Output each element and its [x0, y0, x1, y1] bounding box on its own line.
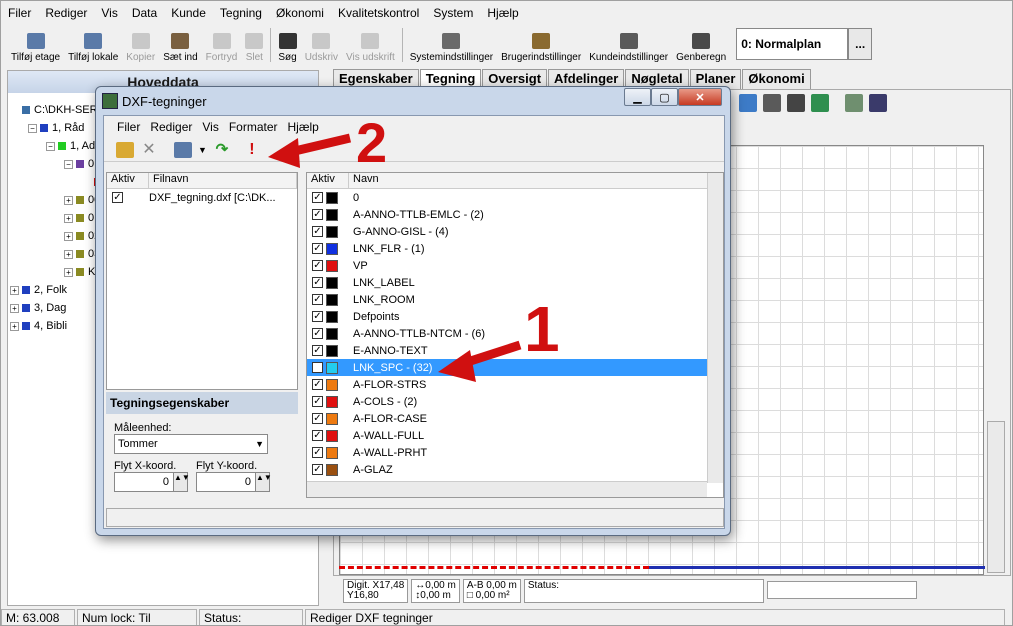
annotation-number-2: 2 [356, 111, 388, 174]
annotation-overlay [268, 133, 522, 382]
arrow-1-head [438, 350, 476, 382]
arrow-2-head [268, 138, 300, 168]
annotation-number-1: 1 [524, 293, 560, 365]
